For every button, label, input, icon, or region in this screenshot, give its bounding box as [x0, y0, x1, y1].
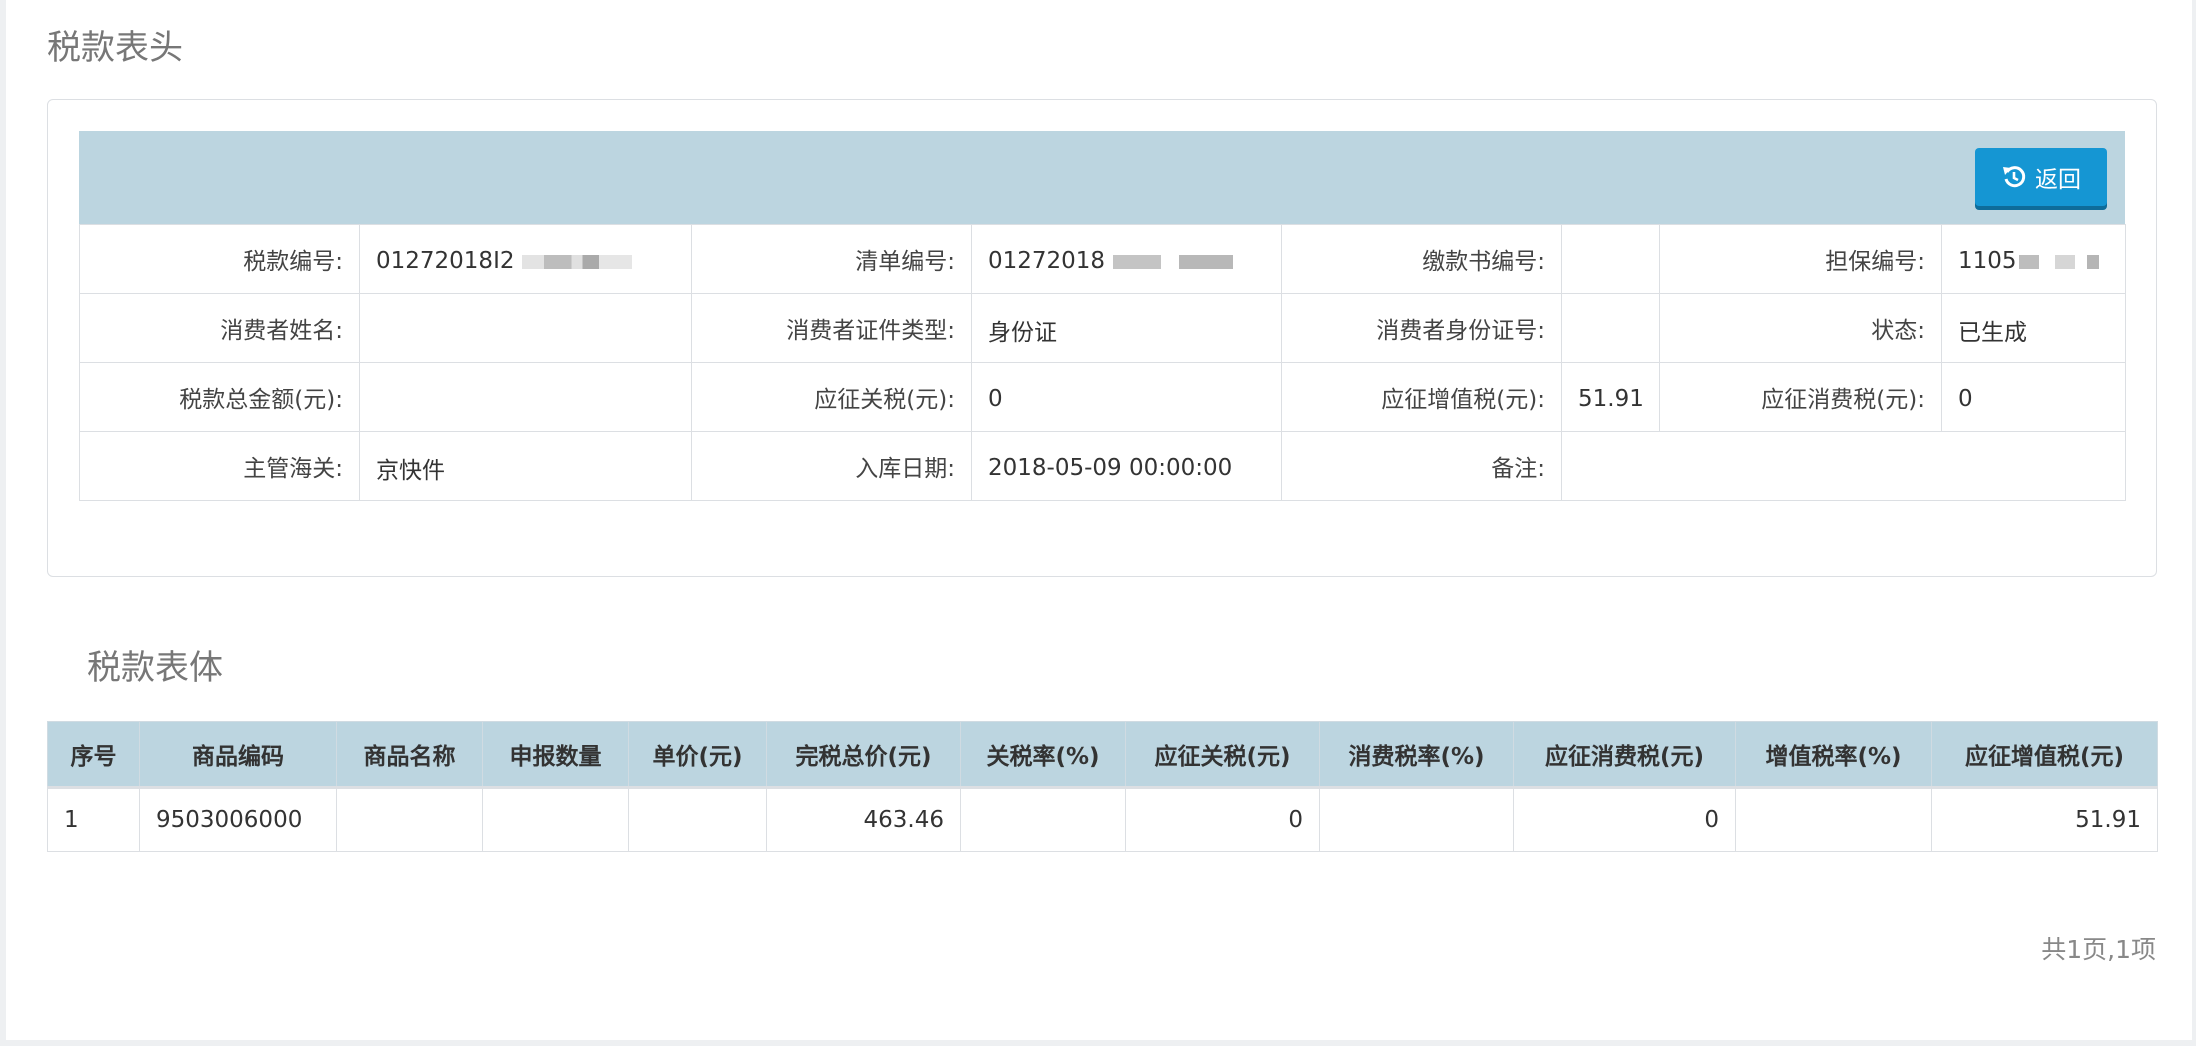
table-cell: 463.46 [766, 786, 961, 852]
guarantee-no-label: 担保编号: [1659, 224, 1942, 294]
redaction-mask [2018, 254, 2099, 269]
info-row: 消费者姓名: 消费者证件类型: 身份证 消费者身份证号: 状态: 已生成 [79, 293, 2126, 363]
remark-label: 备注: [1281, 431, 1562, 501]
vat-label: 应征增值税(元): [1281, 362, 1562, 432]
table-cell [960, 786, 1126, 852]
back-button[interactable]: 返回 [1975, 148, 2107, 206]
redaction-mask [1113, 254, 1234, 269]
guarantee-no-value-cell: 1105 [1941, 224, 2126, 294]
body-section-title: 税款表体 [87, 648, 223, 688]
table-cell [336, 786, 483, 852]
consumption-tax-label: 应征消费税(元): [1659, 362, 1942, 432]
customs-duty-label: 应征关税(元): [691, 362, 972, 432]
tax-header-info-table: 税款编号: 01272018I2 清单编号: 01272018 缴款书编号: 担… [79, 224, 2126, 501]
column-header[interactable]: 关税率(%) [960, 721, 1126, 788]
column-header[interactable]: 单价(元) [628, 721, 767, 788]
guarantee-no-value: 1105 [1958, 248, 2017, 274]
status-value: 已生成 [1941, 293, 2126, 363]
table-cell: 9503006000 [139, 786, 337, 852]
table-cell: 1 [47, 786, 140, 852]
table-cell [1735, 786, 1932, 852]
column-header[interactable]: 消费税率(%) [1319, 721, 1514, 788]
customs-office-label: 主管海关: [79, 431, 360, 501]
list-no-value-cell: 01272018 [971, 224, 1282, 294]
table-cell [482, 786, 629, 852]
column-header[interactable]: 商品编码 [139, 721, 337, 788]
info-row: 税款编号: 01272018I2 清单编号: 01272018 缴款书编号: 担… [79, 224, 2126, 294]
consumer-name-label: 消费者姓名: [79, 293, 360, 363]
id-no-value [1561, 293, 1660, 363]
return-icon [2001, 164, 2027, 190]
remark-value [1561, 431, 2126, 501]
vat-value: 51.91 [1561, 362, 1660, 432]
column-header[interactable]: 商品名称 [336, 721, 483, 788]
column-header[interactable]: 应征增值税(元) [1931, 721, 2158, 788]
tax-no-value: 01272018I2 [376, 248, 515, 274]
column-header[interactable]: 申报数量 [482, 721, 629, 788]
panel-toolbar: 返回 [79, 131, 2125, 224]
table-cell [628, 786, 767, 852]
back-button-label: 返回 [2035, 167, 2081, 193]
customs-duty-value: 0 [971, 362, 1282, 432]
consumption-tax-value: 0 [1941, 362, 2126, 432]
table-cell: 51.91 [1931, 786, 2158, 852]
id-type-label: 消费者证件类型: [691, 293, 972, 363]
info-row: 主管海关: 京快件 入库日期: 2018-05-09 00:00:00 备注: [79, 431, 2126, 501]
header-section-title: 税款表头 [47, 28, 183, 68]
list-no-value: 01272018 [988, 248, 1106, 274]
tax-header-panel: 返回 税款编号: 01272018I2 清单编号: 01272018 缴款书编号… [47, 99, 2157, 577]
tax-detail-page: 税款表头 返回 税款编号: 01272018I2 清单编号: 01272018 … [6, 0, 2192, 1040]
info-row: 税款总金额(元): 应征关税(元): 0 应征增值税(元): 51.91 应征消… [79, 362, 2126, 432]
tax-no-value-cell: 01272018I2 [359, 224, 692, 294]
total-amount-label: 税款总金额(元): [79, 362, 360, 432]
table-cell: 0 [1513, 786, 1736, 852]
redaction-mask [522, 254, 633, 269]
column-header[interactable]: 完税总价(元) [766, 721, 961, 788]
column-header[interactable]: 序号 [47, 721, 140, 788]
id-no-label: 消费者身份证号: [1281, 293, 1562, 363]
status-label: 状态: [1659, 293, 1942, 363]
payment-no-label: 缴款书编号: [1281, 224, 1562, 294]
storage-date-value: 2018-05-09 00:00:00 [971, 431, 1282, 501]
table-cell [1319, 786, 1514, 852]
payment-no-value [1561, 224, 1660, 294]
storage-date-label: 入库日期: [691, 431, 972, 501]
column-header[interactable]: 增值税率(%) [1735, 721, 1932, 788]
id-type-value: 身份证 [971, 293, 1282, 363]
table-header-row: 序号 商品编码 商品名称 申报数量 单价(元) 完税总价(元) 关税率(%) 应… [47, 721, 2158, 788]
tax-body-table: 序号 商品编码 商品名称 申报数量 单价(元) 完税总价(元) 关税率(%) 应… [47, 721, 2158, 852]
total-amount-value [359, 362, 692, 432]
customs-office-value: 京快件 [359, 431, 692, 501]
tax-no-label: 税款编号: [79, 224, 360, 294]
column-header[interactable]: 应征关税(元) [1125, 721, 1320, 788]
table-cell: 0 [1125, 786, 1320, 852]
consumer-name-value [359, 293, 692, 363]
list-no-label: 清单编号: [691, 224, 972, 294]
pagination-summary: 共1页,1项 [2041, 935, 2156, 964]
table-row[interactable]: 1 9503006000 463.46 0 0 51.91 [47, 786, 2158, 852]
column-header[interactable]: 应征消费税(元) [1513, 721, 1736, 788]
